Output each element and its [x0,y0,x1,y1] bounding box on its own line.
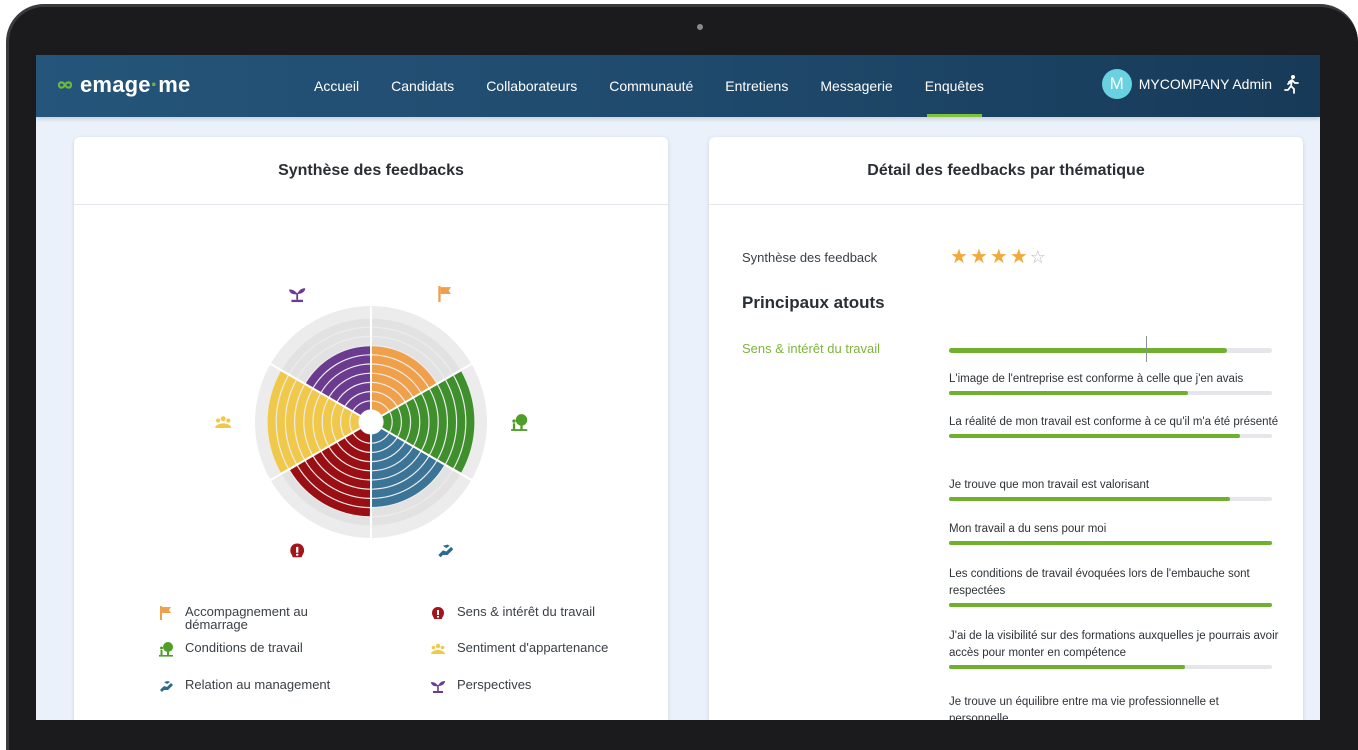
question-score-bar [949,603,1272,607]
sprout-icon [289,288,306,303]
question-score-fill [949,434,1240,438]
question-text: Je trouve un équilibre entre ma vie prof… [949,696,1219,720]
nav-item-6[interactable]: Enquêtes [909,55,1000,117]
legend-label: Conditions de travail [185,640,303,655]
sprout-icon [431,681,445,693]
rating-label: Synthèse des feedback [742,249,878,265]
theme-name[interactable]: Sens & intérêt du travail [742,341,880,356]
tree-person-icon [511,414,528,431]
theme-score-fill [949,348,1227,353]
legend-item: Accompagnement au démarrage [158,605,338,631]
handshake-icon [160,681,173,692]
legend-label: Sentiment d'appartenance [457,640,609,655]
legend-label: Relation au management [185,677,331,692]
section-title: Principaux atouts [742,293,885,312]
user-menu[interactable]: M MYCOMPANY Admin [1101,69,1300,99]
chart-hub [359,410,383,434]
nav-item-3[interactable]: Communauté [593,55,709,117]
infinity-logo-icon [57,81,73,89]
legend-item: Sens & intérêt du travail [430,605,630,621]
avatar[interactable]: M [1101,69,1132,99]
nav-item-2[interactable]: Collaborateurs [470,55,593,117]
tree-person-icon [159,642,173,657]
question-item: L'image de l'entreprise est conforme à c… [949,371,1279,395]
question-score-bar [949,541,1272,545]
question-score-fill [949,391,1189,395]
idea-head-icon [290,543,305,558]
theme-score-bar [949,336,1272,362]
group-icon [431,643,445,654]
logo-text: emage·me [80,72,191,97]
question-text: Mon travail a du sens pour moi [949,523,1107,535]
question-score-bar [949,434,1272,438]
app-screen: emage·me Accueil Candidats Collaborateurs C… [36,55,1320,720]
user-name[interactable]: MYCOMPANY Admin [1139,76,1272,92]
radial-feedback-chart [215,285,528,558]
question-text: Je trouve que mon travail est valorisant [949,479,1150,491]
group-icon [215,416,232,428]
feedback-synthesis-card: Synthèse des feedbacks Accompagnement au… [74,137,668,720]
legend-label: Accompagnement au démarrage [185,604,308,632]
flag-icon [438,285,451,303]
legend-item: Sentiment d'appartenance [430,641,630,657]
theme-average-marker [1146,336,1148,362]
app-logo[interactable]: emage·me [54,72,190,98]
star-empty-icon: ☆ [1029,247,1046,267]
question-text: L'image de l'entreprise est conforme à c… [949,373,1244,385]
star-filled-icon: ★ [1009,246,1028,268]
question-item: La réalité de mon travail est conforme à… [949,414,1279,438]
question-score-fill [949,497,1230,501]
legend-item: Perspectives [430,678,630,694]
theme-detail-card: Détail des feedbacks par thématique Synt… [709,137,1303,720]
handshake-icon [438,544,454,558]
main-nav: Accueil Candidats Collaborateurs Communauté… [298,55,1000,117]
camera-dot [697,24,703,30]
question-item: J'ai de la visibilité sur des formations… [949,628,1279,669]
question-score-fill [949,541,1272,545]
question-text: La réalité de mon travail est conforme à… [949,416,1279,428]
question-item: Je trouve un équilibre entre ma vie prof… [949,694,1279,720]
star-filled-icon: ★ [989,246,1008,268]
flag-icon [160,606,171,620]
question-text: J'ai de la visibilité sur des formations… [949,630,1279,659]
nav-item-1[interactable]: Candidats [375,55,470,117]
idea-head-icon [432,607,444,619]
question-score-bar [949,497,1272,501]
question-item: Je trouve que mon travail est valorisant [949,477,1279,501]
star-filled-icon: ★ [969,246,988,268]
question-score-fill [949,603,1272,607]
legend-label: Perspectives [457,677,532,692]
card-title: Détail des feedbacks par thématique [709,137,1303,205]
top-navigation-bar: emage·me Accueil Candidats Collaborateurs C… [36,55,1320,117]
question-score-fill [949,665,1185,669]
legend-label: Sens & intérêt du travail [457,604,596,619]
running-man-logout-icon[interactable] [1282,74,1300,94]
question-score-bar [949,665,1272,669]
legend-item: Relation au management [158,678,338,694]
card-title: Synthèse des feedbacks [74,137,668,205]
question-item: Mon travail a du sens pour moi [949,521,1279,545]
question-score-bar [949,391,1272,395]
star-filled-icon: ★ [950,246,968,268]
nav-item-4[interactable]: Entretiens [709,55,804,117]
legend-item: Conditions de travail [158,641,338,657]
nav-item-5[interactable]: Messagerie [804,55,908,117]
question-text: Les conditions de travail évoquées lors … [949,568,1250,597]
nav-item-0[interactable]: Accueil [298,55,375,117]
star-rating: ★ ★ ★ ★ ☆ [950,247,1048,267]
rating-row: Synthèse des feedback ★ ★ ★ ★ ☆ [742,247,1048,267]
question-item: Les conditions de travail évoquées lors … [949,566,1279,607]
